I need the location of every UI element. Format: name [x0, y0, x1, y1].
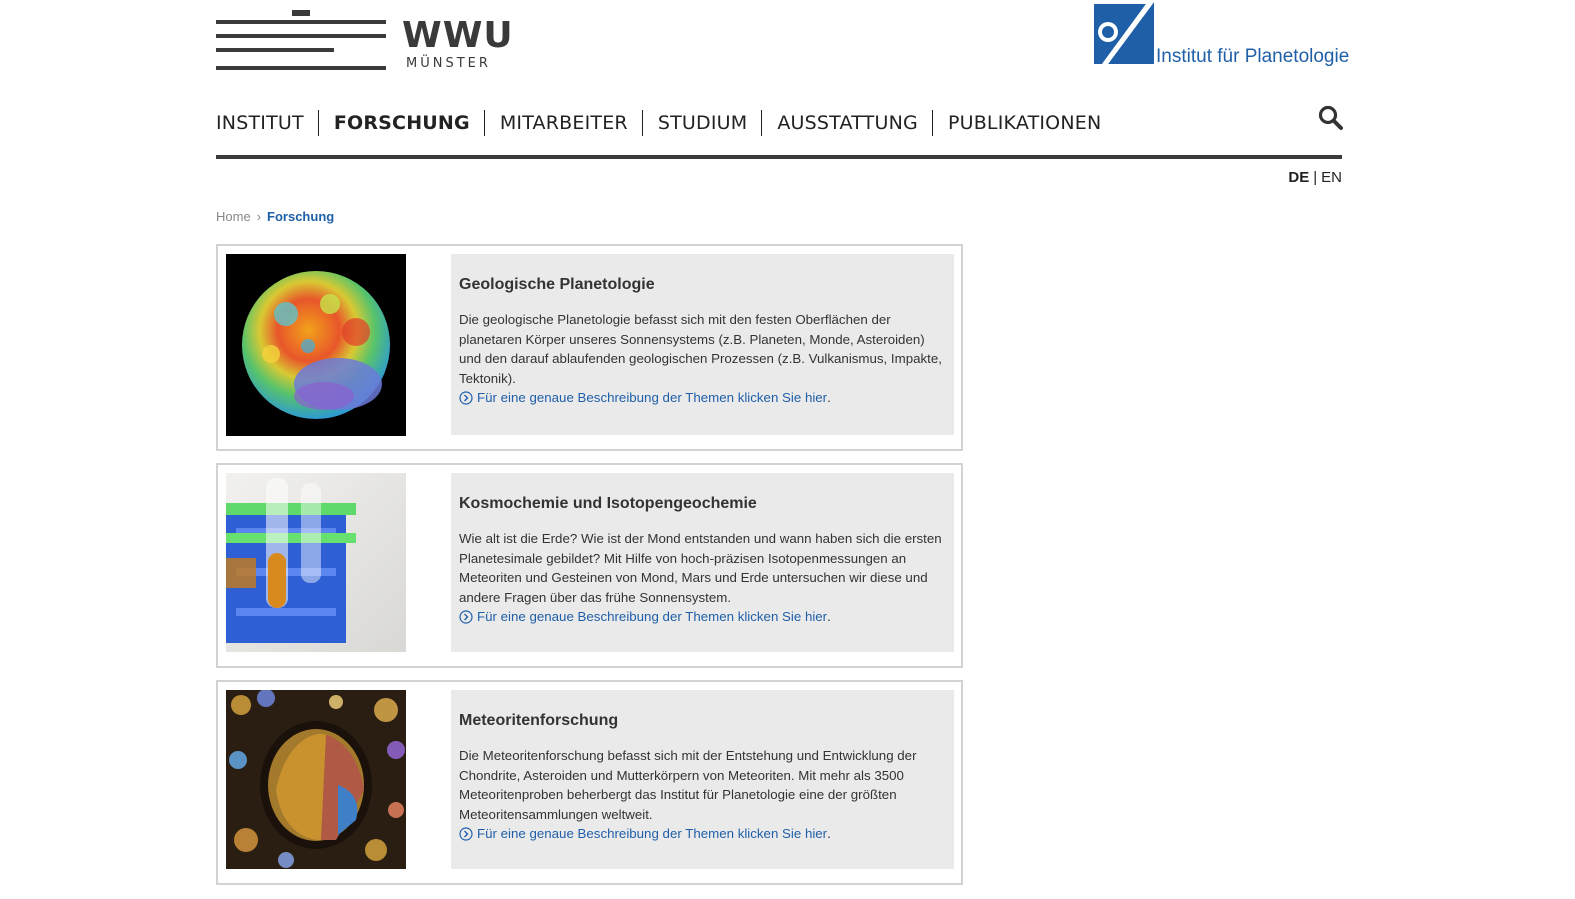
lang-de[interactable]: DE: [1288, 169, 1309, 186]
main-nav: INSTITUT FORSCHUNG MITARBEITER STUDIUM A…: [216, 108, 1115, 138]
institute-logo-mark: [1094, 2, 1154, 64]
breadcrumb-home[interactable]: Home: [216, 209, 251, 224]
nav-divider: [216, 155, 1342, 159]
card-image[interactable]: [226, 254, 406, 436]
institute-name: Institut für Planetologie: [1156, 46, 1350, 67]
card-panel: Geologische Planetologie Die geologische…: [451, 254, 954, 435]
card-panel: Meteoritenforschung Die Meteoritenforsch…: [451, 690, 954, 869]
card-description: Wie alt ist die Erde? Wie ist der Mond e…: [459, 531, 942, 605]
card-image[interactable]: [226, 690, 406, 869]
test-tube-rack-image: [226, 473, 406, 652]
card-more-link-period: .: [827, 826, 831, 842]
card-more-link-text[interactable]: Für eine genaue Beschreibung der Themen …: [477, 607, 827, 627]
circle-chevron-right-icon: [459, 391, 473, 405]
institute-logo[interactable]: Institut für Planetologie: [1094, 0, 1349, 72]
language-switch: DE | EN: [1288, 169, 1342, 186]
card-more-link[interactable]: Für eine genaue Beschreibung der Themen …: [459, 607, 946, 627]
card-more-link-period: .: [827, 390, 831, 406]
breadcrumb-current[interactable]: Forschung: [267, 209, 334, 224]
nav-item-mitarbeiter[interactable]: MITARBEITER: [483, 110, 642, 136]
research-card-cosmochemistry: Kosmochemie und Isotopengeochemie Wie al…: [216, 463, 963, 668]
research-card-meteorites: Meteoritenforschung Die Meteoritenforsch…: [216, 680, 963, 885]
circle-chevron-right-icon: [459, 610, 473, 624]
card-more-link-text[interactable]: Für eine genaue Beschreibung der Themen …: [477, 824, 827, 844]
chondrule-thin-section-image: [226, 690, 406, 869]
breadcrumb: Home › Forschung: [216, 209, 334, 224]
nav-item-forschung[interactable]: FORSCHUNG: [317, 110, 484, 136]
card-description: Die Meteoritenforschung befasst sich mit…: [459, 748, 917, 822]
card-description: Die geologische Planetologie befasst sic…: [459, 312, 942, 386]
card-title: Meteoritenforschung: [459, 712, 619, 729]
card-image[interactable]: [226, 473, 406, 652]
card-more-link-text[interactable]: Für eine genaue Beschreibung der Themen …: [477, 388, 827, 408]
lang-separator: |: [1313, 169, 1318, 186]
wwu-logo-subtext: MÜNSTER: [406, 56, 491, 71]
circle-chevron-right-icon: [459, 827, 473, 841]
search-icon: [1318, 105, 1343, 130]
card-more-link[interactable]: Für eine genaue Beschreibung der Themen …: [459, 388, 946, 408]
lang-en[interactable]: EN: [1321, 169, 1342, 186]
moon-topography-image: [226, 254, 406, 436]
nav-item-ausstattung[interactable]: AUSSTATTUNG: [761, 110, 932, 136]
nav-item-publikationen[interactable]: PUBLIKATIONEN: [931, 110, 1115, 136]
wwu-logo-text: WWU: [402, 15, 514, 56]
search-button[interactable]: [1318, 104, 1344, 132]
card-title: Geologische Planetologie: [459, 276, 655, 293]
card-panel: Kosmochemie und Isotopengeochemie Wie al…: [451, 473, 954, 652]
card-more-link[interactable]: Für eine genaue Beschreibung der Themen …: [459, 824, 946, 844]
card-title: Kosmochemie und Isotopengeochemie: [459, 495, 757, 512]
wwu-logo[interactable]: WWU MÜNSTER: [216, 0, 513, 76]
nav-item-institut[interactable]: INSTITUT: [216, 110, 318, 136]
nav-item-studium[interactable]: STUDIUM: [641, 110, 762, 136]
breadcrumb-chevron-icon: ›: [256, 209, 262, 224]
research-card-geology: Geologische Planetologie Die geologische…: [216, 244, 963, 451]
card-more-link-period: .: [827, 609, 831, 625]
